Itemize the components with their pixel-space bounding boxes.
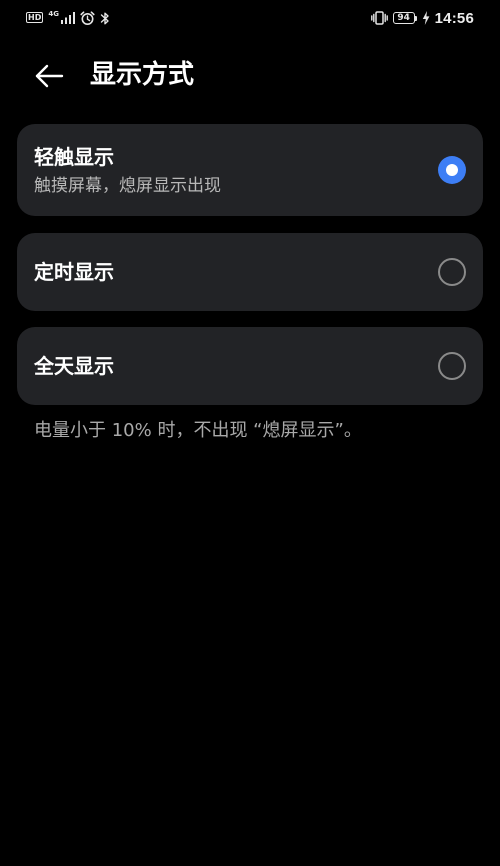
option-tap-to-show[interactable]: 轻触显示 触摸屏幕，熄屏显示出现 [17, 124, 483, 216]
arrow-left-icon [35, 64, 64, 88]
option-subtitle: 触摸屏幕，熄屏显示出现 [34, 176, 221, 196]
option-title: 定时显示 [34, 260, 114, 284]
battery-footnote: 电量小于 10% 时，不出现 “熄屏显示”。 [34, 420, 362, 441]
battery-icon: 94 [392, 12, 415, 24]
lightning-icon [422, 11, 430, 25]
radio-button-unchecked[interactable] [438, 258, 466, 286]
status-clock: 14:56 [434, 9, 474, 27]
radio-dot [446, 164, 458, 176]
status-right-group: 94 14:56 [370, 9, 474, 27]
option-scheduled[interactable]: 定时显示 [17, 233, 483, 311]
signal-bars-icon [60, 12, 75, 24]
option-all-day[interactable]: 全天显示 [17, 327, 483, 405]
vibrate-icon [370, 11, 388, 25]
alarm-clock-icon [80, 10, 95, 26]
battery-tip [414, 15, 417, 21]
radio-button-unchecked[interactable] [438, 352, 466, 380]
back-button[interactable] [26, 56, 72, 96]
status-bar: HD 4G 94 14:56 [0, 0, 500, 36]
page-title: 显示方式 [90, 60, 195, 90]
status-left-group: HD 4G [26, 10, 110, 26]
header: 显示方式 [0, 50, 500, 100]
battery-indicator: 94 [392, 12, 417, 24]
hd-badge: HD [26, 11, 44, 23]
battery-level: 94 [397, 12, 410, 23]
bluetooth-icon [100, 11, 110, 26]
radio-button-checked[interactable] [438, 156, 466, 184]
option-title: 轻触显示 [34, 145, 114, 169]
network-type-label: 4G [48, 10, 59, 18]
option-title: 全天显示 [34, 354, 114, 378]
